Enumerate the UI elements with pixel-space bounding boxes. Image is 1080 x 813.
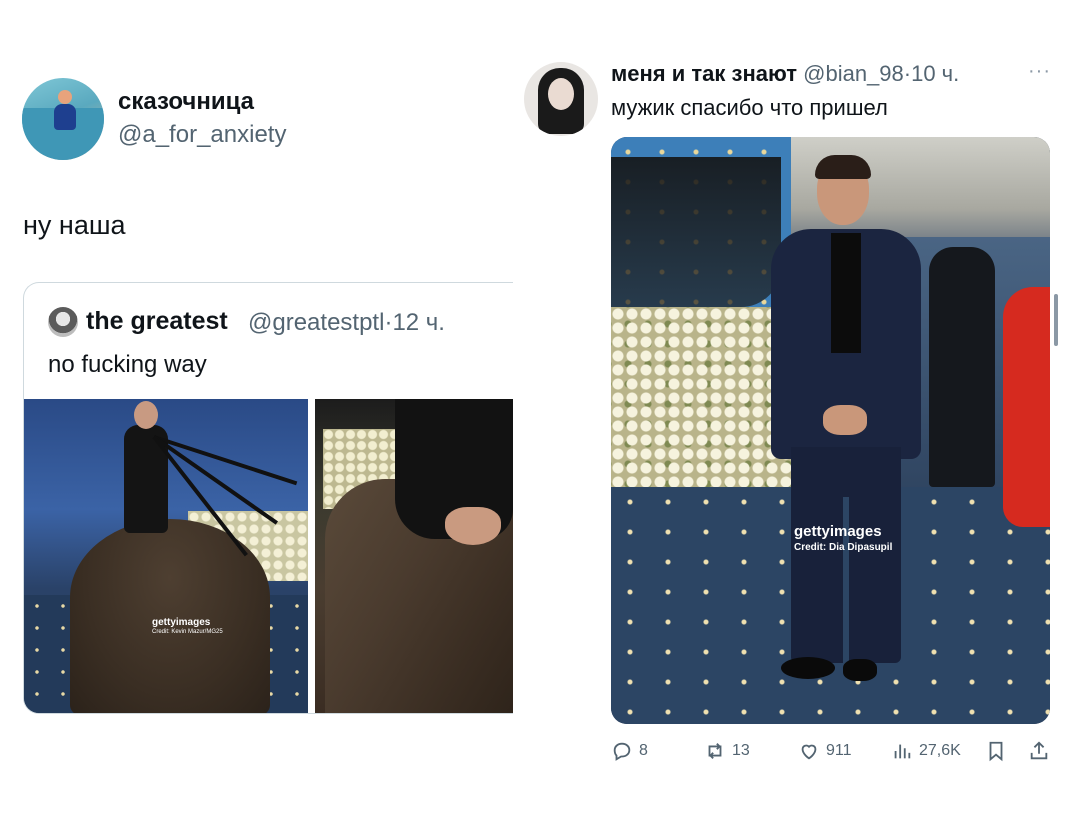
left-author-handle[interactable]: @a_for_anxiety [118, 121, 286, 149]
photo-watermark-logo: gettyimages [794, 523, 882, 540]
photo-head [134, 401, 158, 429]
bookmark-button[interactable] [985, 738, 1007, 764]
right-separator: · [903, 61, 912, 86]
photo-watermark-credit: Credit: Kevin Mazur/MG25 [152, 629, 223, 635]
right-tweet-photo[interactable]: gettyimages Credit: Dia Dipasupil [611, 137, 1050, 724]
photo-leg-gap [843, 497, 849, 663]
quote-author-avatar[interactable] [48, 307, 78, 337]
retweet-count: 13 [732, 742, 750, 759]
views-button[interactable]: 27,6K [891, 738, 961, 764]
more-icon[interactable]: ··· [1028, 60, 1051, 83]
photo-flower-wall [611, 307, 791, 497]
left-author-name[interactable]: сказочница [118, 88, 254, 116]
heart-icon [801, 744, 817, 760]
share-icon [1030, 741, 1048, 760]
left-tweet-text: ну наша [23, 210, 126, 240]
reply-count: 8 [639, 742, 648, 759]
photo-red-dress [1003, 287, 1050, 527]
quote-author-handle[interactable]: @greatestptl [248, 309, 384, 336]
photo-shoe [781, 657, 835, 679]
share-button[interactable] [1028, 738, 1050, 764]
photo-man-hands [823, 405, 867, 435]
quote-meta: @greatestptl·12 ч. [248, 309, 445, 337]
like-button[interactable]: 911 [798, 738, 852, 764]
right-time[interactable]: 10 ч. [911, 61, 959, 86]
reply-button[interactable]: 8 [611, 738, 648, 764]
right-author-name[interactable]: меня и так знают [611, 61, 797, 86]
photo-watermark-logo: gettyimages [152, 617, 211, 628]
photo-shoe [843, 659, 877, 681]
photo-man-shirt [831, 233, 861, 353]
quote-photo-1[interactable]: gettyimages Credit: Kevin Mazur/MG25 [24, 399, 308, 713]
bookmark-icon [989, 741, 1003, 762]
photo-watermark-credit: Credit: Dia Dipasupil [794, 542, 893, 553]
right-author-avatar[interactable] [524, 62, 598, 136]
views-count: 27,6K [919, 742, 961, 759]
retweet-icon [708, 743, 722, 759]
avatar-person-body [54, 104, 76, 130]
avatar-face [548, 78, 574, 110]
quote-photo-2[interactable] [315, 399, 513, 713]
retweet-button[interactable]: 13 [704, 738, 750, 764]
photo-photographers [611, 157, 781, 307]
right-tweet-text: мужик спасибо что пришел [611, 95, 888, 120]
like-count: 911 [826, 742, 852, 759]
scrollbar[interactable] [1054, 294, 1058, 346]
quote-tweet-text: no fucking way [48, 351, 207, 378]
right-author-handle[interactable]: @bian_98 [803, 61, 904, 86]
quote-tweet-card[interactable]: the greatest @greatestptl·12 ч. no fucki… [23, 282, 513, 714]
photo-man-hair [815, 155, 871, 179]
photo-bystander [929, 247, 995, 487]
quote-time[interactable]: 12 ч. [392, 309, 445, 336]
avatar-person-head [58, 90, 72, 104]
quote-author-name[interactable]: the greatest [86, 307, 228, 336]
views-icon [894, 744, 911, 759]
right-tweet-header: меня и так знают @bian_98·10 ч. [611, 61, 959, 87]
left-author-avatar[interactable] [22, 78, 104, 160]
reply-icon [613, 742, 631, 761]
photo-hand [445, 507, 501, 545]
